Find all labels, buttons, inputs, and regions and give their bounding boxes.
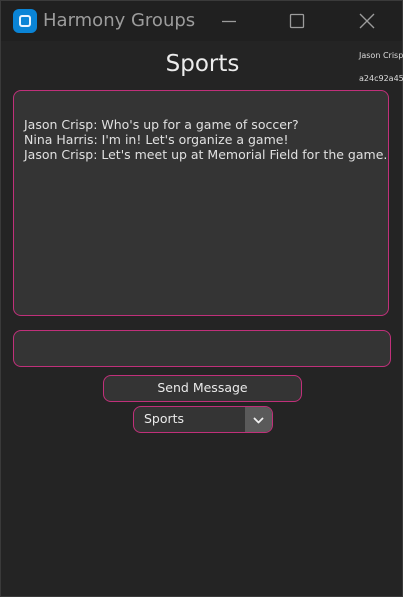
group-select-value: Sports: [144, 411, 185, 426]
close-button[interactable]: [337, 1, 397, 41]
send-message-button[interactable]: Send Message: [103, 375, 302, 402]
chat-message: Jason Crisp: Let's meet up at Memorial F…: [24, 147, 388, 162]
maximize-icon: [289, 13, 305, 29]
message-input[interactable]: [13, 330, 391, 367]
close-icon: [359, 13, 375, 29]
minimize-button[interactable]: [199, 1, 259, 41]
group-select-dropdown[interactable]: Sports: [133, 406, 273, 433]
app-logo-icon: [13, 9, 37, 33]
title-bar[interactable]: Harmony Groups: [1, 1, 402, 41]
window-title: Harmony Groups: [43, 10, 196, 31]
minimize-icon: [222, 20, 236, 23]
chat-message: Jason Crisp: Who's up for a game of socc…: [24, 117, 299, 132]
maximize-button[interactable]: [267, 1, 327, 41]
app-window: Harmony Groups Jason Crisp a24c92a45 Spo…: [0, 0, 403, 597]
group-title: Sports: [165, 51, 240, 77]
chat-history[interactable]: Jason Crisp: Who's up for a game of socc…: [13, 90, 389, 316]
chevron-down-icon: [253, 417, 264, 424]
dropdown-arrow-button[interactable]: [245, 407, 272, 432]
chat-message: Nina Harris: I'm in! Let's organize a ga…: [24, 132, 289, 147]
